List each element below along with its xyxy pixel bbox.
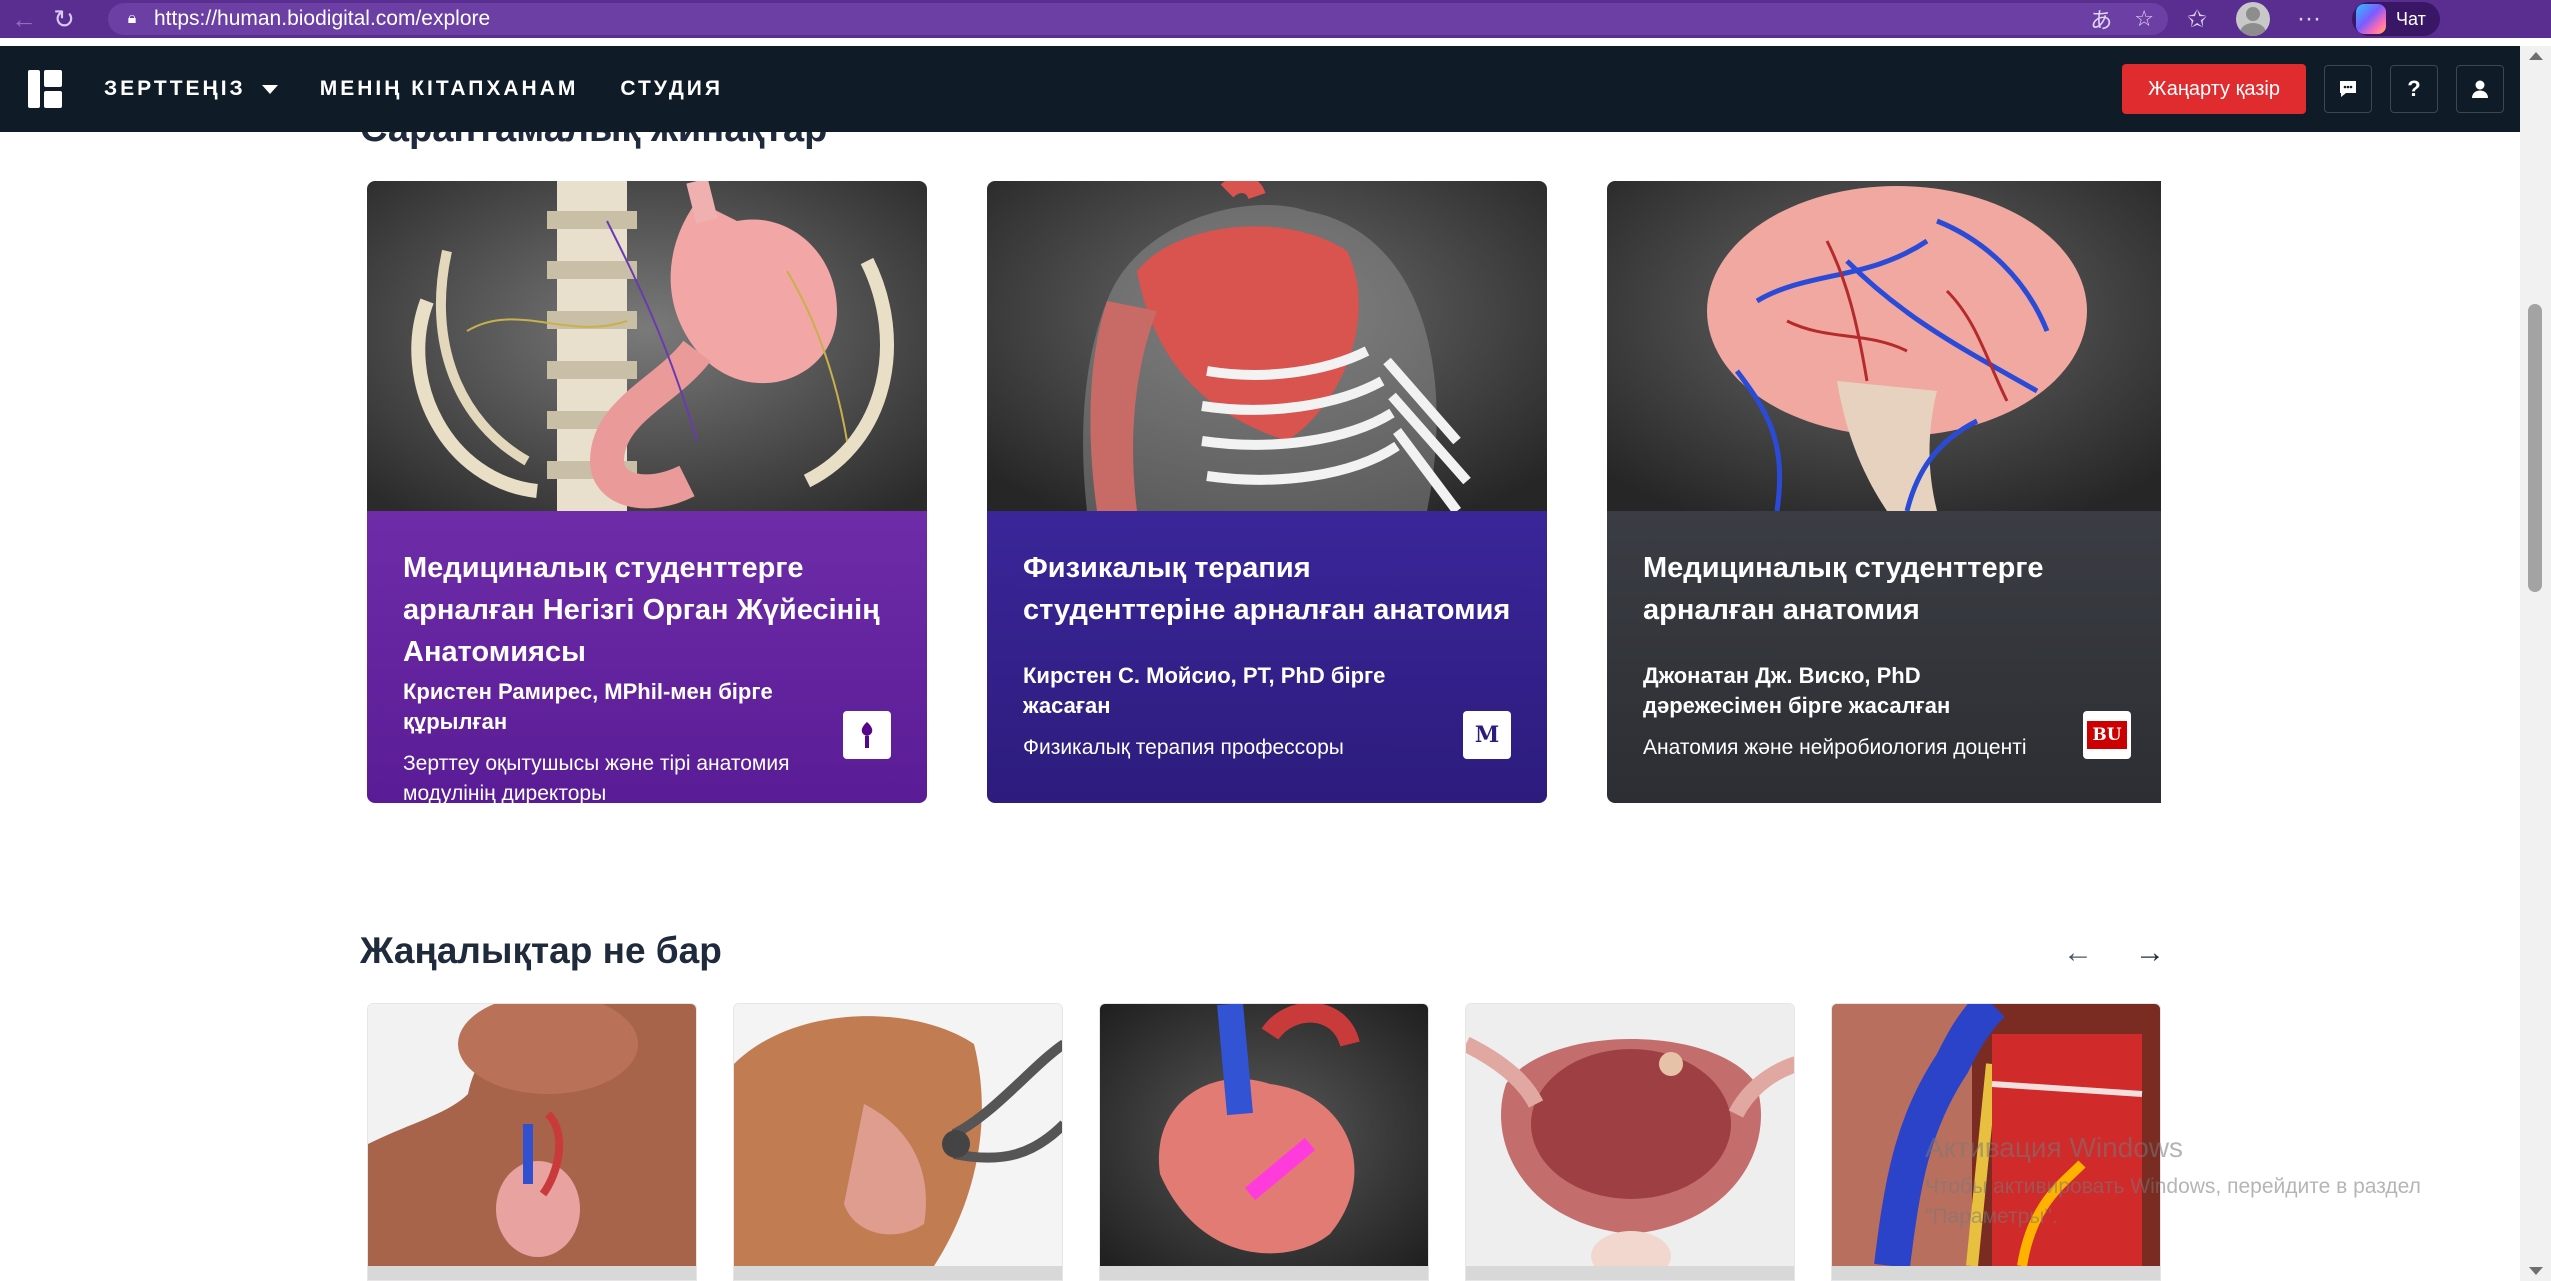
nav-my-library[interactable]: МЕНІҢ КІТАПХАНАМ (320, 77, 579, 101)
watermark-title: Активация Windows (1925, 1132, 2184, 1163)
news-card-footer (1466, 1266, 1794, 1280)
bu-logo-icon: BU (2083, 711, 2131, 759)
more-icon[interactable]: ··· (2292, 5, 2326, 33)
news-card-footer (1832, 1266, 2160, 1280)
featured-card-author: Джонатан Дж. Виско, PhD дәрежесімен бірг… (1643, 663, 1951, 718)
scroll-thumb[interactable] (2528, 304, 2542, 592)
scroll-up-icon[interactable] (2529, 52, 2543, 60)
arrow-right-icon[interactable]: → (2132, 935, 2168, 971)
featured-card[interactable]: Медициналық студенттерге арналған Негізг… (367, 181, 927, 803)
whats-new-title: Жаңалықтар не бар (360, 930, 722, 971)
back-icon[interactable]: ← (4, 0, 44, 38)
university-logo-icon: M (1463, 711, 1511, 759)
nasal-cannula-image (734, 1004, 1062, 1266)
news-card[interactable] (733, 1003, 1063, 1281)
windows-activation-watermark: Активация Windows Чтобы активировать Win… (1925, 1132, 2485, 1232)
user-icon[interactable] (2456, 65, 2504, 113)
featured-card-role: Физикалық терапия профессоры (1023, 736, 1344, 759)
app-header: ЗЕРТТЕҢІЗ МЕНІҢ КІТАПХАНАМ СТУДИЯ Жаңарт… (0, 46, 2520, 132)
featured-card-role: Анатомия және нейробиология доценті (1643, 736, 2027, 759)
biodigital-logo-icon[interactable] (28, 70, 62, 108)
news-card[interactable] (1465, 1003, 1795, 1281)
arrow-left-icon[interactable]: ← (2060, 935, 2096, 971)
featured-card-body: Медициналық студенттерге арналған Негізг… (367, 511, 927, 803)
featured-card-author: Кирстен С. Мойсио, PT, PhD бірге жасаған (1023, 663, 1386, 718)
refresh-icon[interactable]: ↻ (44, 0, 84, 38)
news-card-footer (734, 1266, 1062, 1280)
featured-card-title[interactable]: Медициналық студенттерге арналған Негізг… (403, 547, 893, 673)
nav-explore-label: ЗЕРТТЕҢІЗ (104, 77, 246, 100)
news-card-footer (1100, 1266, 1428, 1280)
upgrade-now-button[interactable]: Жаңарту қазір (2122, 64, 2306, 114)
nav-explore[interactable]: ЗЕРТТЕҢІЗ (104, 77, 278, 101)
address-bar[interactable]: 🔒︎ https://human.biodigital.com/explore … (108, 3, 2168, 35)
browser-toolbar: ← ↻ 🔒︎ https://human.biodigital.com/expl… (0, 0, 2551, 38)
lock-icon[interactable]: 🔒︎ (122, 9, 142, 29)
bu-logo-text: BU (2087, 721, 2127, 749)
featured-card-body: Физикалық терапия студенттеріне арналған… (987, 511, 1547, 803)
news-card[interactable] (367, 1003, 697, 1281)
news-card-footer (368, 1266, 696, 1280)
featured-card-body: Медициналық студенттерге арналған анатом… (1607, 511, 2161, 803)
favorites-icon[interactable]: ✩ (2180, 5, 2214, 34)
translate-icon[interactable]: あ (2090, 3, 2112, 35)
chevron-down-icon (261, 84, 278, 94)
heart-anatomy-image (1100, 1004, 1428, 1266)
bladder-anatomy-image (1466, 1004, 1794, 1280)
news-card[interactable] (1099, 1003, 1429, 1281)
star-icon[interactable]: ☆ (2134, 6, 2154, 32)
featured-card-role: Зерттеу оқытушысы және тірі анатомия мод… (403, 752, 790, 803)
watermark-subtitle: Чтобы активировать Windows, перейдите в … (1925, 1175, 2421, 1228)
url-text[interactable]: https://human.biodigital.com/explore (154, 7, 490, 31)
copilot-icon (2356, 4, 2386, 34)
nav-studio[interactable]: СТУДИЯ (620, 77, 723, 101)
featured-card[interactable]: Физикалық терапия студенттеріне арналған… (987, 181, 1547, 803)
university-logo-text: M (1474, 722, 1500, 748)
page-scrollbar[interactable] (2520, 46, 2551, 1281)
nav-my-library-label: МЕНІҢ КІТАПХАНАМ (319, 77, 579, 100)
nav-studio-label: СТУДИЯ (620, 77, 723, 100)
profile-avatar[interactable] (2236, 2, 2270, 36)
scroll-down-icon[interactable] (2529, 1267, 2543, 1275)
featured-card-author: Кристен Рамирес, MPhil-мен бірге құрылға… (403, 679, 773, 734)
brain-vessels-image (1607, 181, 2161, 512)
featured-card[interactable]: Медициналық студенттерге арналған анатом… (1607, 181, 2161, 803)
nyu-torch-logo-icon (843, 711, 891, 759)
thorax-muscles-image (987, 181, 1547, 514)
chat-label: Чат (2396, 8, 2426, 29)
copilot-chat-button[interactable]: Чат (2352, 2, 2440, 36)
stomach-anatomy-image (367, 181, 927, 511)
featured-card-title[interactable]: Медициналық студенттерге арналған анатом… (1643, 547, 2127, 631)
infant-heart-image (368, 1004, 696, 1266)
chat-icon[interactable] (2324, 65, 2372, 113)
featured-card-title[interactable]: Физикалық терапия студенттеріне арналған… (1023, 547, 1513, 631)
help-icon[interactable]: ? (2390, 65, 2438, 113)
